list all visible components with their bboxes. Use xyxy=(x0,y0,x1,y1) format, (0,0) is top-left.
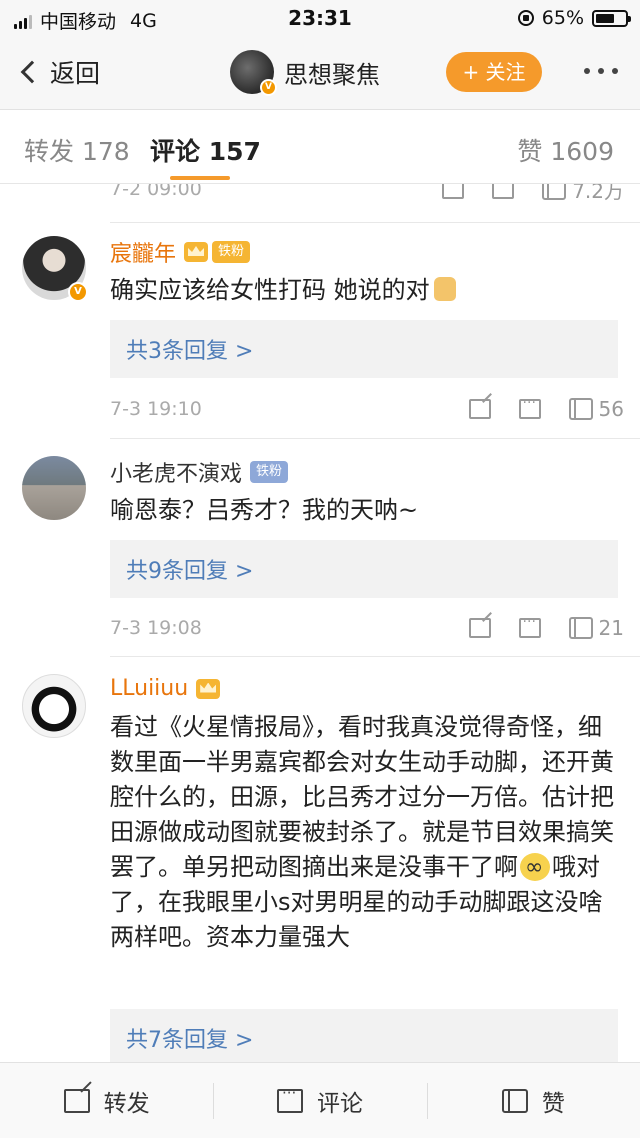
comment-icon xyxy=(492,184,515,199)
share-icon xyxy=(442,184,465,199)
back-button[interactable]: 返回 xyxy=(18,54,100,90)
verified-icon: V xyxy=(68,282,88,302)
like-count: 7.2万 xyxy=(572,184,624,203)
crown-icon xyxy=(184,242,209,262)
comment-meta-row: 7-2 09:00 7.2万 xyxy=(110,184,624,204)
comment-list[interactable]: 7-2 09:00 7.2万 V 宸龖年 铁粉 确实应该给女性打码 她说的对 共… xyxy=(0,184,640,1062)
account-name: 思想聚焦 xyxy=(284,60,380,89)
tab-bar: 转发 178 评论 157 赞 1609 xyxy=(0,110,640,184)
tab-likes[interactable]: 赞 1609 xyxy=(517,132,614,168)
fan-badge: 铁粉 xyxy=(212,241,251,263)
active-tab-indicator xyxy=(170,176,230,180)
share-button[interactable] xyxy=(468,399,491,419)
nav-bar: 返回 V 思想聚焦 + 关注 xyxy=(0,36,640,110)
thumb-up-icon xyxy=(568,398,593,420)
verified-icon: V xyxy=(260,79,277,96)
comment-author-row: LLuiiuu xyxy=(110,676,221,701)
comment-text: 喻恩泰？吕秀才？我的天呐~ xyxy=(110,496,419,524)
like-label: 赞 xyxy=(541,1090,565,1117)
comment-label: 评论 xyxy=(316,1090,363,1117)
comment-icon xyxy=(276,1084,303,1113)
comment-time: 7-2 09:00 xyxy=(110,184,202,200)
comment-author-row: 宸龖年 铁粉 xyxy=(110,236,251,268)
comment-button[interactable]: 评论 xyxy=(213,1063,426,1138)
comment-author-row: 小老虎不演戏 铁粉 xyxy=(110,456,289,488)
comment-text-content: 确实应该给女性打码 她说的对 xyxy=(110,276,430,304)
like-button[interactable]: 7.2万 xyxy=(542,184,624,204)
follow-button[interactable]: + 关注 xyxy=(446,52,542,92)
reply-button[interactable] xyxy=(518,395,541,419)
status-right: 65% xyxy=(517,7,631,29)
reply-preview[interactable]: 共3条回复 > xyxy=(110,320,618,378)
share-button[interactable] xyxy=(468,618,491,638)
comment-text: 看过《火星情报局》，看时我真没觉得奇怪，细数里面一半男嘉宾都会对女生动手动脚，还… xyxy=(110,710,620,955)
tab-comments[interactable]: 评论 157 xyxy=(150,132,261,168)
repost-label: 转发 xyxy=(103,1090,150,1117)
like-count: 56 xyxy=(598,397,624,421)
view-replies-link[interactable]: 共3条回复 > xyxy=(126,333,253,365)
share-icon xyxy=(468,618,491,638)
view-replies-link[interactable]: 共7条回复 > xyxy=(126,1022,253,1054)
share-icon xyxy=(63,1088,90,1113)
comment-icon xyxy=(518,614,541,638)
comment-author[interactable]: 小老虎不演戏 xyxy=(110,456,242,488)
comment-meta-row: 7-3 19:10 56 xyxy=(110,394,624,424)
bottom-action-bar: 转发 评论 赞 xyxy=(0,1062,640,1138)
chevron-left-icon xyxy=(20,60,44,84)
tab-repost[interactable]: 转发 178 xyxy=(24,132,130,168)
comment-text: 确实应该给女性打码 她说的对 xyxy=(110,272,620,308)
like-button[interactable]: 56 xyxy=(568,397,624,421)
comment-time: 7-3 19:08 xyxy=(110,617,202,639)
avatar[interactable] xyxy=(22,674,86,738)
thumb-up-icon xyxy=(568,617,593,639)
battery-icon xyxy=(592,9,631,27)
crown-icon xyxy=(196,678,221,699)
share-icon xyxy=(468,399,491,419)
comment-author[interactable]: LLuiiuu xyxy=(110,676,188,701)
fan-badge: 铁粉 xyxy=(250,461,289,483)
like-button[interactable]: 赞 xyxy=(426,1063,640,1138)
comment-author[interactable]: 宸龖年 xyxy=(110,236,176,268)
comment-icon xyxy=(518,395,541,419)
back-label: 返回 xyxy=(50,59,101,88)
status-bar: 中国移动 4G 23:31 65% xyxy=(0,0,640,36)
divider xyxy=(110,438,640,439)
share-button[interactable] xyxy=(442,184,465,199)
thumb-up-icon xyxy=(501,1088,528,1113)
more-options-icon[interactable] xyxy=(584,68,618,74)
divider xyxy=(110,222,640,223)
like-count: 21 xyxy=(598,616,624,640)
reply-preview[interactable]: 共9条回复 > xyxy=(110,540,618,598)
thumbs-up-emoji-icon xyxy=(433,277,456,301)
account-avatar: V xyxy=(230,50,277,96)
account-header[interactable]: V 思想聚焦 xyxy=(230,50,380,96)
divider xyxy=(110,656,640,657)
comment-time: 7-3 19:10 xyxy=(110,398,202,420)
rotation-lock-icon xyxy=(517,10,534,26)
avatar[interactable] xyxy=(22,456,86,520)
repost-button[interactable]: 转发 xyxy=(0,1063,213,1138)
like-button[interactable]: 21 xyxy=(568,616,624,640)
view-replies-link[interactable]: 共9条回复 > xyxy=(126,553,253,585)
battery-percent: 65% xyxy=(541,7,584,29)
glasses-emoji-icon xyxy=(520,850,550,885)
reply-button[interactable] xyxy=(518,614,541,638)
thumb-up-icon xyxy=(542,184,567,200)
reply-button[interactable] xyxy=(492,184,515,199)
comment-meta-row: 7-3 19:08 21 xyxy=(110,613,624,643)
reply-preview[interactable]: 共7条回复 > xyxy=(110,1009,618,1062)
